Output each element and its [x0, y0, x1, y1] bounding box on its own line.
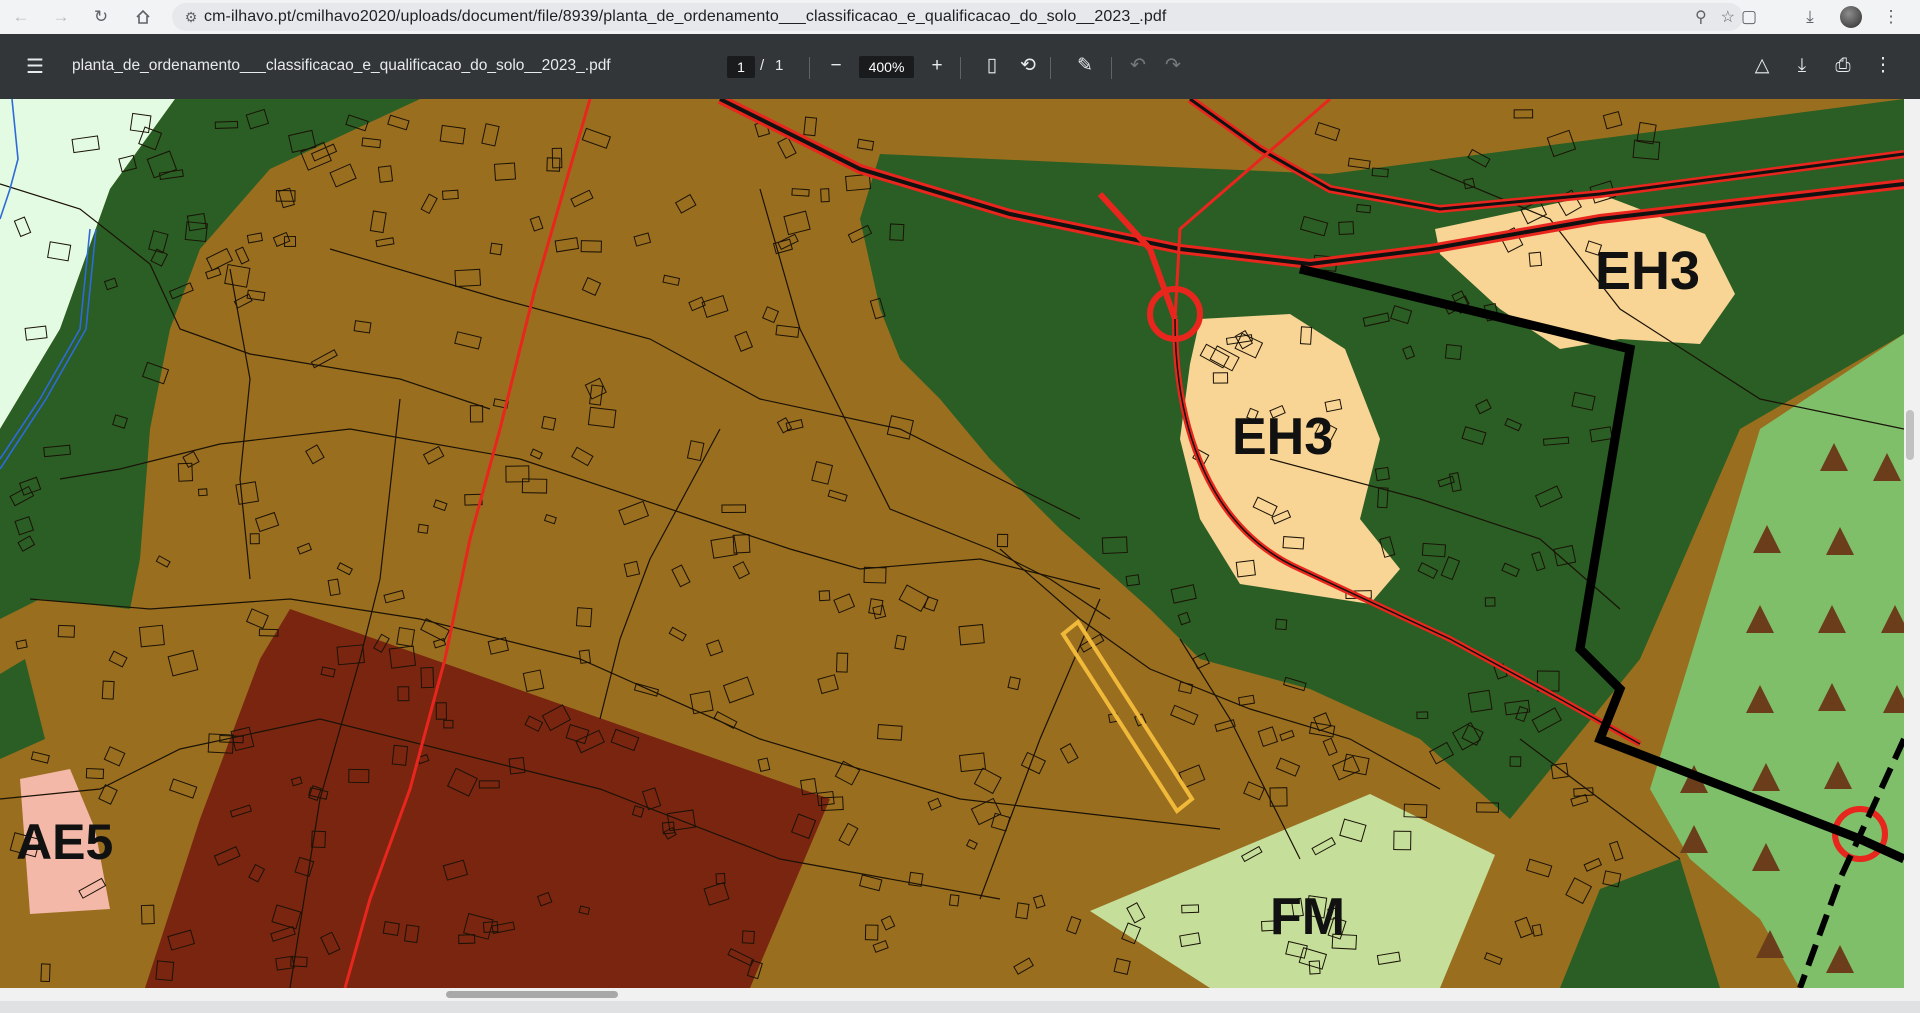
reload-icon[interactable]: ↻ [86, 2, 116, 32]
toolbar-divider [1111, 57, 1112, 79]
vertical-scrollbar-thumb[interactable] [1906, 410, 1914, 460]
address-bar[interactable]: ⚙ cm-ilhavo.pt/cmilhavo2020/uploads/docu… [172, 3, 1743, 31]
zoom-level-input[interactable]: 400% [859, 56, 914, 78]
toolbar-divider [1050, 57, 1051, 79]
horizontal-scrollbar-thumb[interactable] [446, 991, 618, 998]
rotate-icon[interactable]: ⟲ [1014, 52, 1042, 80]
pdf-toolbar: ☰ planta_de_ordenamento___classificacao_… [0, 34, 1920, 99]
browser-toolbar: ← → ↻ ⚙ cm-ilhavo.pt/cmilhavo2020/upload… [0, 0, 1920, 34]
document-title: planta_de_ordenamento___classificacao_e_… [72, 57, 611, 74]
bookmark-star-icon[interactable]: ☆ [1721, 7, 1735, 27]
annotate-pen-icon[interactable]: ✎ [1071, 52, 1099, 80]
url-text: cm-ilhavo.pt/cmilhavo2020/uploads/docume… [204, 8, 1167, 25]
home-icon[interactable] [128, 2, 158, 32]
zoom-out-icon[interactable]: − [822, 52, 850, 80]
fit-to-page-icon[interactable]: ▯ [978, 52, 1006, 80]
zone-label-eh3-center: EH3 [1232, 408, 1333, 466]
sidebar-menu-icon[interactable]: ☰ [22, 54, 48, 80]
horizontal-scrollbar[interactable] [0, 988, 1920, 1001]
downloads-icon[interactable]: ⤓ [1795, 2, 1825, 32]
print-icon[interactable]: ⎙ [1829, 52, 1857, 80]
toolbar-divider [960, 57, 961, 79]
more-options-icon[interactable]: ⋮ [1869, 52, 1897, 80]
avatar [1840, 6, 1862, 28]
zone-label-eh3-top: EH3 [1595, 241, 1700, 301]
download-icon[interactable]: ⤓ [1788, 52, 1816, 80]
back-icon[interactable]: ← [6, 2, 36, 32]
zoom-indicator-icon[interactable]: ⚲ [1695, 7, 1707, 27]
forward-icon[interactable]: → [46, 2, 76, 32]
zoning-map: EH3 EH3 AE5 FM [0, 99, 1904, 988]
page-total: 1 [775, 57, 784, 74]
redo-icon[interactable]: ↷ [1159, 52, 1187, 80]
zoom-in-icon[interactable]: + [923, 52, 951, 80]
drive-save-icon[interactable]: △ [1748, 52, 1776, 80]
pdf-viewport[interactable]: EH3 EH3 AE5 FM [0, 99, 1920, 1013]
profile-avatar[interactable] [1836, 2, 1866, 32]
page-separator: / [760, 57, 765, 74]
window-bottom-edge [0, 1001, 1920, 1013]
zone-label-fm: FM [1270, 888, 1345, 946]
toolbar-divider [809, 57, 810, 79]
site-info-icon[interactable]: ⚙ [178, 9, 204, 26]
browser-menu-icon[interactable]: ⋮ [1876, 2, 1906, 32]
undo-icon[interactable]: ↶ [1124, 52, 1152, 80]
vertical-scrollbar[interactable] [1904, 99, 1920, 988]
extensions-icon[interactable]: ▢ [1734, 2, 1764, 32]
page-number-input[interactable]: 1 [727, 56, 755, 78]
zone-label-ae5: AE5 [16, 814, 113, 870]
